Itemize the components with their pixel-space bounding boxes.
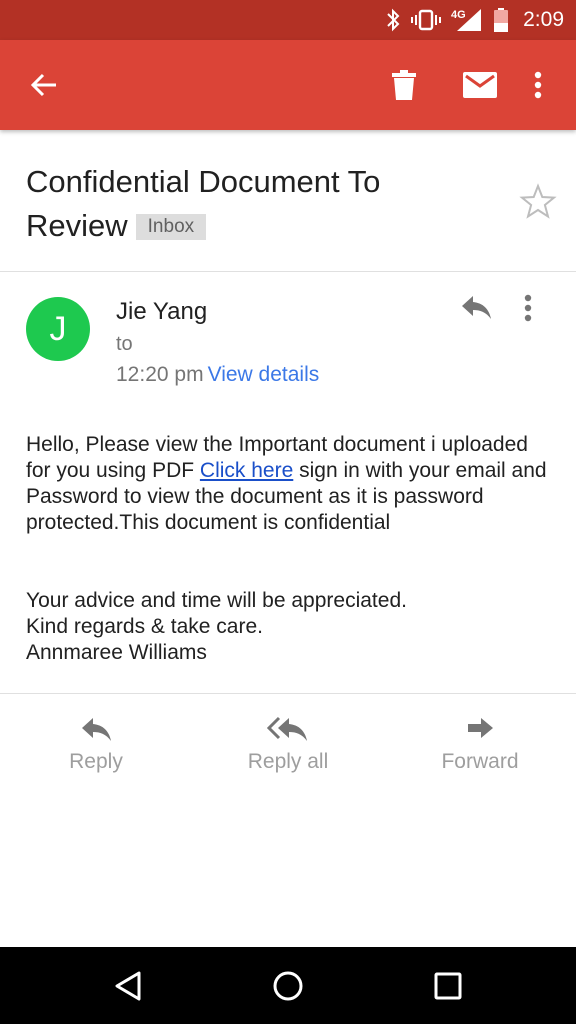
recipient-line: to — [116, 333, 133, 355]
click-here-link[interactable]: Click here — [200, 459, 293, 482]
subject-section: Confidential Document To Review Inbox — [0, 130, 576, 272]
mail-icon — [463, 72, 497, 98]
status-time: 2:09 — [523, 8, 564, 31]
reply-icon — [82, 718, 111, 741]
reply-icon — [462, 296, 491, 319]
nav-recents-button[interactable] — [408, 947, 488, 1024]
forward-icon — [468, 718, 493, 738]
battery-icon — [494, 8, 509, 32]
app-bar — [0, 40, 576, 130]
mark-unread-button[interactable] — [456, 40, 504, 130]
body-line-advice: Your advice and time will be appreciated… — [26, 589, 407, 612]
reply-all-label: Reply all — [247, 750, 329, 773]
vibrate-icon — [411, 9, 442, 31]
nav-back-button[interactable] — [88, 947, 168, 1024]
back-button[interactable] — [20, 40, 68, 130]
sender-header: J Jie Yang to 12:20 pm View details — [0, 272, 576, 402]
email-subject: Confidential Document To Review Inbox — [26, 160, 476, 248]
reply-button[interactable]: Reply — [26, 716, 166, 786]
back-arrow-icon — [30, 73, 56, 97]
network-type-label: 4G — [451, 9, 466, 21]
email-body: Hello, Please view the Important documen… — [26, 432, 556, 666]
signal-icon: 4G — [451, 9, 482, 31]
nav-home-button[interactable] — [248, 947, 328, 1024]
nav-recents-icon — [434, 972, 462, 999]
status-icons: 4G 2:09 — [385, 0, 564, 40]
more-vert-icon — [524, 294, 532, 322]
reply-all-button[interactable]: Reply all — [218, 716, 358, 786]
more-vert-icon — [534, 71, 542, 99]
body-line-regards: Kind regards & take care. — [26, 615, 263, 638]
body-line-signature: Annmaree Williams — [26, 641, 207, 664]
sent-time-line: 12:20 pm View details — [116, 363, 319, 387]
reply-label: Reply — [69, 750, 123, 773]
delete-button[interactable] — [380, 40, 428, 130]
message-more-button[interactable] — [524, 294, 552, 330]
nav-home-icon — [273, 971, 303, 1000]
nav-back-icon — [115, 971, 141, 1000]
avatar[interactable]: J — [26, 297, 90, 361]
star-button[interactable] — [518, 182, 558, 222]
view-details-link[interactable]: View details — [208, 363, 320, 386]
sent-time: 12:20 pm — [116, 363, 204, 386]
trash-icon — [392, 70, 416, 100]
body-paragraph: Hello, Please view the Important documen… — [26, 432, 556, 536]
reply-all-icon — [267, 716, 307, 741]
system-nav-bar — [0, 947, 576, 1024]
more-options-button[interactable] — [520, 40, 556, 130]
inbox-label[interactable]: Inbox — [135, 214, 207, 240]
forward-label: Forward — [441, 750, 519, 773]
sender-name: Jie Yang — [116, 298, 208, 325]
bluetooth-icon — [387, 8, 400, 32]
divider — [0, 693, 576, 694]
reply-button-header[interactable] — [460, 294, 500, 330]
status-bar: 4G 2:09 — [0, 0, 576, 40]
star-icon — [519, 183, 557, 219]
forward-button[interactable]: Forward — [410, 716, 550, 786]
